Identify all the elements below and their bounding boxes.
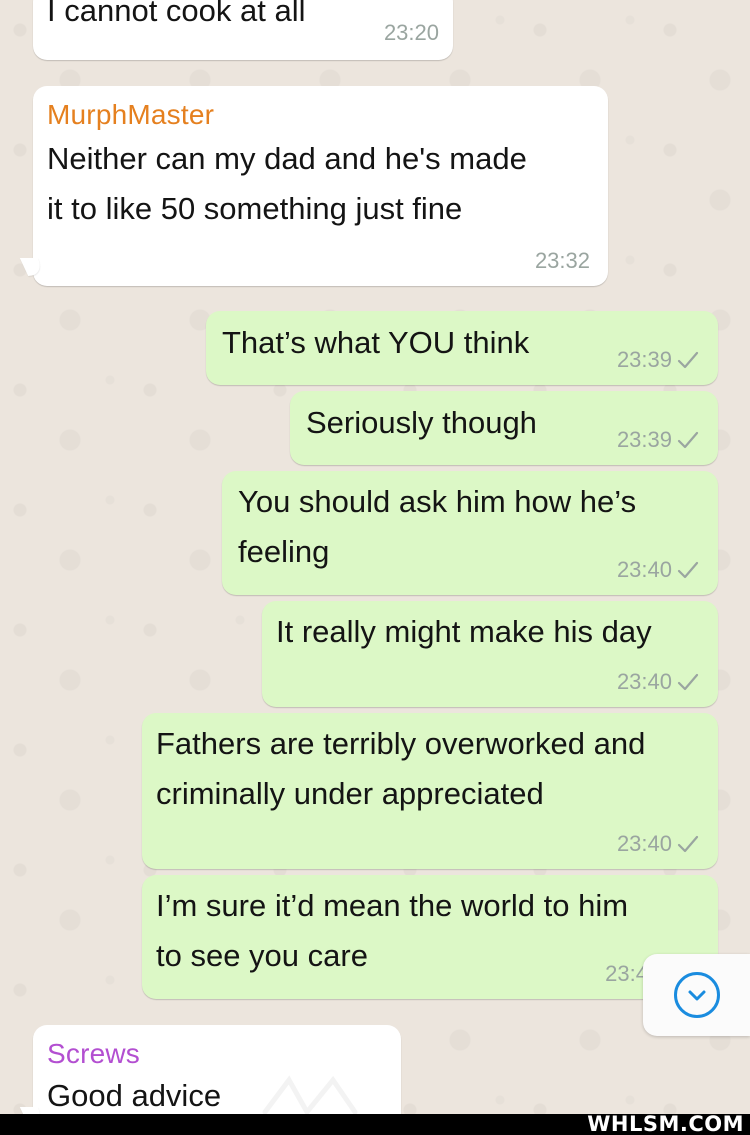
sent-check-icon: [677, 673, 699, 691]
outgoing-message[interactable]: You should ask him how he’s feeling 23:4…: [222, 471, 718, 595]
message-line: criminally under appreciated: [156, 776, 544, 811]
sent-check-icon: [677, 835, 699, 853]
message-meta: 23:4: [605, 961, 648, 987]
sent-check-icon: [677, 431, 699, 449]
message-meta: 23:40: [617, 669, 700, 695]
message-text: Fathers are terribly overworked and crim…: [156, 719, 645, 819]
message-meta: 23:40: [617, 831, 700, 857]
chevron-down-icon: [688, 990, 705, 1001]
message-text: Neither can my dad and he's made it to l…: [47, 134, 594, 234]
message-text: It really might make his day: [276, 614, 652, 649]
message-time: 23:39: [616, 347, 672, 372]
outgoing-message[interactable]: It really might make his day 23:40: [262, 601, 718, 707]
message-text: That’s what YOU think: [222, 325, 530, 360]
message-text: You should ask him how he’s feeling: [238, 477, 636, 577]
message-time: 23:4: [605, 961, 648, 986]
message-text: I’m sure it’d mean the world to him to s…: [156, 881, 628, 981]
sender-name: MurphMaster: [47, 99, 215, 130]
outgoing-message[interactable]: Seriously though 23:39: [290, 391, 718, 465]
outgoing-message[interactable]: I’m sure it’d mean the world to him to s…: [142, 875, 718, 999]
message-time: 23:40: [616, 669, 672, 694]
message-line: it to like 50 something just fine: [47, 191, 463, 226]
sent-check-icon: [677, 351, 699, 369]
message-line: I’m sure it’d mean the world to him: [156, 888, 629, 923]
message-text: Seriously though: [306, 405, 537, 440]
message-line: You should ask him how he’s: [238, 484, 637, 519]
message-meta: 23:32: [535, 248, 590, 274]
scroll-circle: [673, 972, 720, 1018]
message-text: I cannot cook at all: [47, 0, 306, 28]
message-time: 23:40: [616, 557, 672, 582]
message-time: 23:40: [616, 831, 672, 856]
outgoing-message[interactable]: Fathers are terribly overworked and crim…: [142, 713, 718, 869]
scroll-to-bottom-button[interactable]: [643, 954, 750, 1036]
message-time: 23:32: [534, 248, 590, 273]
outgoing-message[interactable]: That’s what YOU think 23:39: [206, 311, 718, 385]
message-time: 23:20: [383, 20, 439, 45]
message-line: to see you care: [156, 938, 368, 973]
message-time: 23:39: [616, 427, 672, 452]
message-line: Fathers are terribly overworked and: [156, 726, 646, 761]
watermark-text: WHLSM.COM: [587, 1112, 744, 1135]
incoming-message[interactable]: MurphMaster Neither can my dad and he's …: [33, 86, 608, 286]
message-meta: 23:39: [617, 347, 700, 373]
message-meta: 23:20: [384, 20, 439, 46]
scribble-redaction: [251, 1056, 358, 1114]
message-meta: 23:39: [617, 427, 700, 453]
message-line: feeling: [238, 534, 330, 569]
message-line: Neither can my dad and he's made: [47, 141, 527, 176]
sent-check-icon: [677, 561, 699, 579]
incoming-message[interactable]: I cannot cook at all 23:20: [33, 0, 453, 60]
message-meta: 23:40: [617, 557, 700, 583]
